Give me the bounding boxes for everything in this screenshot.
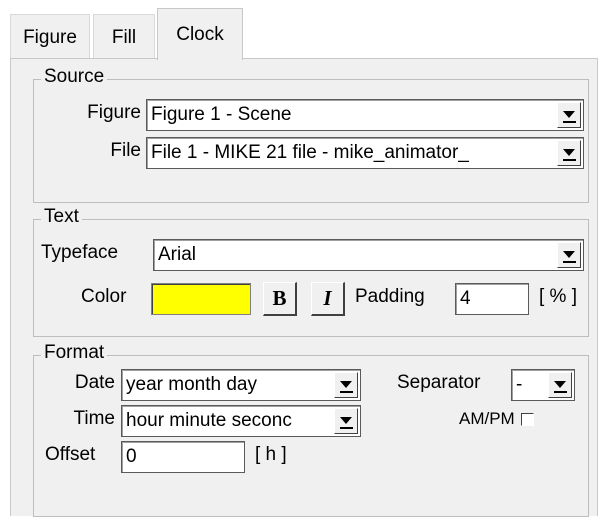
tab-fill[interactable]: Fill <box>93 14 155 60</box>
figure-select-value: Figure 1 - Scene <box>151 104 292 125</box>
color-label: Color <box>81 286 127 307</box>
time-format-select[interactable]: hour minute seconc <box>121 405 361 437</box>
color-swatch[interactable] <box>151 283 251 315</box>
time-format-value: hour minute seconc <box>126 410 292 431</box>
separator-value: - <box>516 374 523 395</box>
offset-input[interactable]: 0 <box>121 441 245 473</box>
ampm-label: AM/PM <box>459 409 515 428</box>
figure-label: Figure <box>87 102 141 123</box>
padding-unit: [ % ] <box>539 286 578 307</box>
offset-input-value: 0 <box>126 446 137 467</box>
typeface-select-value: Arial <box>158 244 197 265</box>
tab-fill-label: Fill <box>111 26 137 48</box>
tab-figure[interactable]: Figure <box>10 14 90 60</box>
text-group-title: Text <box>41 207 82 227</box>
chevron-down-icon[interactable] <box>334 408 358 434</box>
chevron-down-icon[interactable] <box>548 372 572 398</box>
typeface-label: Typeface <box>41 242 119 263</box>
tab-clock-label: Clock <box>176 23 224 45</box>
clock-panel: Source Figure Figure 1 - Scene File File… <box>10 58 598 517</box>
date-label: Date <box>74 372 115 393</box>
padding-input-value: 4 <box>460 288 471 309</box>
separator-select[interactable]: - <box>511 369 575 401</box>
file-select[interactable]: File 1 - MIKE 21 file - mike_animator_ <box>146 137 584 169</box>
tab-clock[interactable]: Clock <box>157 8 243 60</box>
text-group <box>33 219 589 337</box>
format-group-title: Format <box>41 343 108 363</box>
offset-unit: [ h ] <box>255 444 287 465</box>
typeface-select[interactable]: Arial <box>153 239 584 271</box>
source-group-title: Source <box>41 67 108 87</box>
bold-button[interactable]: B <box>263 282 297 316</box>
chevron-down-icon[interactable] <box>557 140 581 166</box>
figure-select[interactable]: Figure 1 - Scene <box>146 99 584 131</box>
date-format-select[interactable]: year month day <box>121 369 361 401</box>
padding-label: Padding <box>355 286 425 307</box>
offset-label: Offset <box>45 444 96 465</box>
separator-label: Separator <box>397 372 481 393</box>
date-format-value: year month day <box>126 374 257 395</box>
file-select-value: File 1 - MIKE 21 file - mike_animator_ <box>151 142 469 163</box>
tab-figure-label: Figure <box>23 26 77 48</box>
chevron-down-icon[interactable] <box>334 372 358 398</box>
chevron-down-icon[interactable] <box>557 102 581 128</box>
time-label: Time <box>73 408 115 429</box>
ampm-checkbox[interactable] <box>521 413 534 426</box>
file-label: File <box>110 140 141 161</box>
padding-input[interactable]: 4 <box>455 283 529 315</box>
italic-button[interactable]: I <box>311 282 345 316</box>
chevron-down-icon[interactable] <box>557 242 581 268</box>
